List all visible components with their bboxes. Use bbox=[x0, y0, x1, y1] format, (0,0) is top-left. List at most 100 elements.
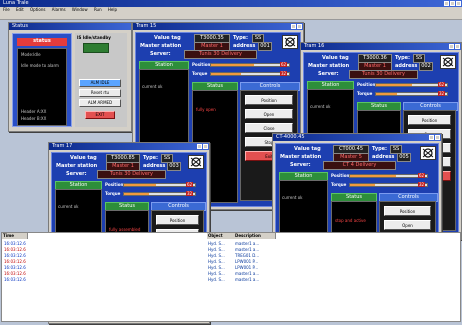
status-footer-b: Header B:XX bbox=[21, 116, 47, 121]
torque-value: 32 bbox=[438, 91, 446, 96]
status-window: Status status Mode:Idle Idle mode to ala… bbox=[8, 22, 132, 132]
alarm-indicator-icon bbox=[83, 43, 109, 53]
close-icon[interactable] bbox=[297, 24, 302, 29]
log-object: Hyd. S... bbox=[208, 241, 225, 246]
panel-window-controls bbox=[291, 24, 302, 29]
minimize-icon[interactable] bbox=[444, 1, 449, 6]
log-object: Hyd. S... bbox=[208, 253, 225, 258]
log-object: Hyd. S... bbox=[208, 259, 225, 264]
log-row[interactable]: 16:03:12.6 Hyd. S... master1 a... bbox=[2, 241, 460, 246]
menu-help[interactable]: Help bbox=[108, 7, 117, 12]
reset-rtu-button[interactable]: Reset rtu bbox=[79, 89, 121, 97]
panel-title-bar: Tram 15 bbox=[133, 23, 303, 30]
log-description: master1 a... bbox=[235, 247, 260, 252]
log-header-object[interactable]: Object bbox=[207, 233, 235, 239]
position-bar-fill bbox=[350, 175, 397, 177]
address-label: address bbox=[233, 43, 256, 49]
alarm-label: IS Idle/standby bbox=[77, 35, 111, 40]
company-logo-icon bbox=[282, 35, 298, 49]
minimize-icon[interactable] bbox=[197, 144, 202, 149]
alm-idle-button[interactable]: ALM IDLE bbox=[79, 79, 121, 87]
value-tag-label: Value tag bbox=[322, 55, 349, 61]
log-row[interactable]: 16:03:12.6 Hyd. S... LPW001 P... bbox=[2, 259, 460, 264]
menu-run[interactable]: Run bbox=[94, 7, 102, 12]
server-field[interactable]: CT 4 Delivery bbox=[323, 161, 396, 170]
company-logo-icon bbox=[440, 55, 456, 69]
torque-bar-fill bbox=[350, 184, 375, 186]
open-button[interactable]: Open bbox=[384, 220, 431, 230]
server-label: Server: bbox=[318, 71, 339, 77]
type-label: Type: bbox=[395, 55, 411, 61]
close-button[interactable]: Close bbox=[245, 123, 293, 133]
address-label: address bbox=[395, 63, 418, 69]
torque-bar-fill bbox=[376, 93, 398, 95]
address-field[interactable]: 002 bbox=[419, 62, 433, 71]
exit-button[interactable]: EXIT bbox=[85, 111, 115, 119]
address-field[interactable]: 005 bbox=[397, 153, 411, 162]
position-button[interactable]: Position bbox=[408, 115, 451, 125]
position-bar-fill bbox=[376, 84, 412, 86]
minimize-icon[interactable] bbox=[429, 135, 434, 140]
company-logo-icon bbox=[188, 155, 204, 169]
type-label: Type: bbox=[143, 155, 159, 161]
torque-value: 32 bbox=[280, 71, 288, 76]
server-field[interactable]: Tunis 30 Delivery bbox=[184, 50, 257, 59]
torque-value: 32 bbox=[418, 182, 426, 187]
log-header-time[interactable]: Time bbox=[2, 233, 28, 239]
position-bar bbox=[210, 63, 290, 67]
maximize-icon[interactable] bbox=[450, 1, 455, 6]
log-row[interactable]: 16:03:12.6 Hyd. S... LPW001 P... bbox=[2, 265, 460, 270]
menu-alarms[interactable]: Alarms bbox=[52, 7, 66, 12]
close-icon[interactable] bbox=[455, 44, 460, 49]
server-label: Server: bbox=[150, 51, 171, 57]
position-label: Position bbox=[357, 82, 376, 87]
torque-bar-fill bbox=[211, 73, 241, 75]
log-description: LPW001 P... bbox=[235, 265, 259, 270]
position-button[interactable]: Position bbox=[384, 206, 431, 216]
value-tag-label: Value tag bbox=[294, 146, 321, 152]
position-button[interactable]: Position bbox=[156, 215, 199, 225]
minimize-icon[interactable] bbox=[291, 24, 296, 29]
torque-label: Torque bbox=[105, 191, 121, 196]
close-icon[interactable] bbox=[456, 1, 461, 6]
value-tag-label: Value tag bbox=[154, 35, 181, 41]
status-left-pane: status Mode:Idle Idle mode to alarm Head… bbox=[12, 33, 72, 127]
log-time: 16:03:12.6 bbox=[4, 271, 26, 276]
log-row[interactable]: 16:03:12.6 Hyd. S... master1 a... bbox=[2, 277, 460, 282]
status-text: fully open bbox=[196, 107, 216, 112]
log-row[interactable]: 16:03:12.6 Hyd. S... TREG01 D... bbox=[2, 253, 460, 258]
status-footer-a: Header A:XX bbox=[21, 109, 47, 114]
value-tag-label: Value tag bbox=[70, 155, 97, 161]
alm-armed-button[interactable]: ALM ARMED bbox=[79, 99, 121, 107]
log-row[interactable]: 16:03:12.6 Hyd. S... master1 a... bbox=[2, 247, 460, 252]
master-station-label: Master station bbox=[56, 163, 98, 169]
menu-window[interactable]: Window bbox=[72, 7, 88, 12]
company-logo-icon bbox=[420, 146, 436, 160]
menu-file[interactable]: File bbox=[3, 7, 10, 12]
server-field[interactable]: Tunis 30 Delivery bbox=[349, 70, 418, 79]
address-field[interactable]: 001 bbox=[258, 42, 272, 51]
position-button[interactable]: Position bbox=[245, 95, 293, 105]
torque-bar bbox=[210, 72, 290, 76]
server-field[interactable]: Tunis 30 Delivery bbox=[97, 170, 166, 179]
menu-edit[interactable]: Edit bbox=[16, 7, 24, 12]
app-title-bar: Luna Trale bbox=[0, 0, 462, 7]
open-button[interactable]: Open bbox=[245, 109, 293, 119]
log-header-description[interactable]: Description bbox=[234, 233, 276, 239]
minimize-icon[interactable] bbox=[449, 44, 454, 49]
close-icon[interactable] bbox=[435, 135, 440, 140]
position-bar-fill bbox=[211, 64, 254, 66]
close-icon[interactable] bbox=[203, 144, 208, 149]
panel-title: Tram 15 bbox=[136, 23, 157, 29]
panel-window-controls bbox=[429, 135, 440, 140]
position-value: 62 bbox=[280, 62, 288, 67]
log-row[interactable]: 16:03:12.6 Hyd. S... master1 a... bbox=[2, 271, 460, 276]
torque-label: Torque bbox=[357, 91, 373, 96]
status-right-pane: IS Idle/standby ALM IDLE Reset rtu ALM A… bbox=[75, 33, 127, 127]
address-field[interactable]: 003 bbox=[167, 162, 181, 171]
menu-options[interactable]: Options bbox=[30, 7, 45, 12]
panel-title-bar: Tram 16 bbox=[301, 43, 461, 50]
log-time: 16:03:12.6 bbox=[4, 259, 26, 264]
log-description: LPW001 P... bbox=[235, 259, 259, 264]
log-description: master1 a... bbox=[235, 277, 260, 282]
